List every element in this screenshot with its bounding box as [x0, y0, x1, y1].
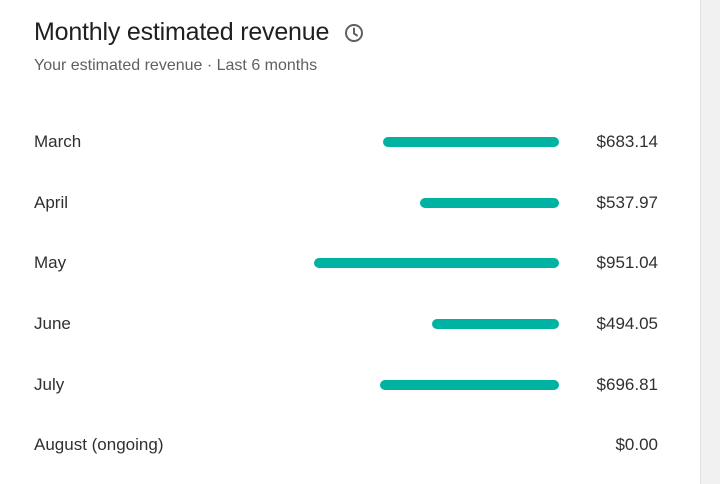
revenue-bar: [379, 379, 559, 390]
card-header: Monthly estimated revenue Your estimated…: [34, 18, 680, 75]
revenue-bar: [420, 197, 559, 208]
revenue-bar: [383, 137, 559, 148]
revenue-row: May $951.04: [34, 233, 658, 294]
revenue-amount: $0.00: [615, 435, 658, 455]
month-label: March: [34, 132, 82, 152]
revenue-row: July $696.81: [34, 354, 658, 415]
clock-icon[interactable]: [343, 22, 365, 44]
month-label: April: [34, 192, 69, 212]
month-label: May: [34, 253, 67, 273]
revenue-row: April $537.97: [34, 173, 658, 234]
revenue-bar: [431, 319, 559, 330]
revenue-amount: $537.97: [596, 192, 658, 212]
card-subtitle: Your estimated revenue · Last 6 months: [34, 57, 318, 74]
revenue-row: August (ongoing) $0.00: [34, 415, 658, 476]
revenue-card: Monthly estimated revenue Your estimated…: [0, 0, 701, 484]
bar-track: [314, 258, 559, 269]
revenue-row: March $683.14: [34, 112, 658, 173]
revenue-amount: $951.04: [596, 253, 658, 273]
revenue-amount: $494.05: [596, 314, 658, 334]
revenue-list: March $683.14 April $537.97 May $951.04 …: [34, 112, 658, 476]
month-label: August (ongoing): [34, 435, 164, 455]
bar-track: [314, 197, 559, 208]
card-title: Monthly estimated revenue: [34, 18, 330, 46]
month-label: July: [34, 374, 65, 394]
bar-track: [314, 440, 559, 450]
bar-track: [314, 379, 559, 390]
revenue-bar: [314, 258, 559, 269]
revenue-amount: $696.81: [596, 374, 658, 394]
title-row: Monthly estimated revenue: [34, 18, 680, 47]
month-label: June: [34, 314, 71, 334]
bar-track: [314, 137, 559, 148]
bar-track: [314, 319, 559, 330]
revenue-row: June $494.05: [34, 294, 658, 355]
revenue-amount: $683.14: [596, 132, 658, 152]
